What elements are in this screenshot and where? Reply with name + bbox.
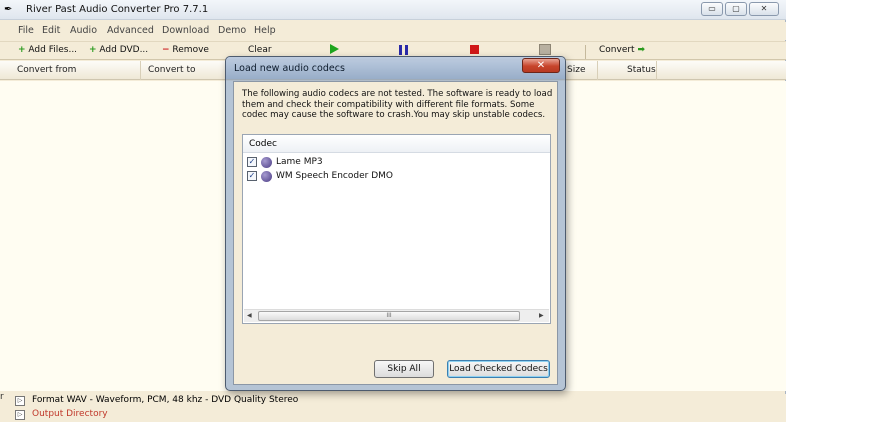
codec-checkbox[interactable]: ✓ (247, 157, 257, 167)
codec-checkbox[interactable]: ✓ (247, 171, 257, 181)
codec-icon (261, 171, 272, 182)
menu-audio[interactable]: Audio (70, 25, 97, 36)
add-dvd-button[interactable]: + Add DVD... (89, 45, 148, 58)
pause-icon[interactable] (399, 45, 408, 55)
close-button[interactable]: ✕ (749, 2, 779, 16)
clipped-text: r (0, 392, 4, 402)
menu-bar: File Edit Audio Advanced Download Demo H… (0, 22, 786, 40)
dialog-body: The following audio codecs are not teste… (233, 81, 558, 385)
toolbar-divider (585, 45, 586, 59)
load-checked-codecs-button[interactable]: Load Checked Codecs (447, 360, 550, 378)
expand-icon[interactable]: ▷ (15, 396, 25, 406)
play-icon[interactable] (330, 44, 339, 54)
codec-name: WM Speech Encoder DMO (276, 171, 393, 181)
menu-edit[interactable]: Edit (42, 25, 60, 36)
dialog-title: Load new audio codecs (234, 63, 345, 74)
window-title: River Past Audio Converter Pro 7.7.1 (26, 4, 209, 15)
convert-arrow-icon: ➡ (637, 45, 646, 55)
remove-label: Remove (172, 45, 209, 55)
scroll-thumb[interactable]: III (258, 311, 520, 321)
title-bar: ✒ River Past Audio Converter Pro 7.7.1 ▭… (0, 0, 786, 20)
dialog-description: The following audio codecs are not teste… (242, 89, 553, 120)
codec-row-lame-mp3[interactable]: ✓ Lame MP3 (247, 156, 537, 169)
skip-all-button[interactable]: Skip All (374, 360, 434, 378)
codec-column-label: Codec (249, 139, 277, 149)
calendar-icon[interactable] (539, 44, 551, 55)
output-directory-row[interactable]: ▷ Output Directory (0, 408, 786, 422)
column-divider (140, 61, 141, 80)
load-codecs-dialog: Load new audio codecs ✕ The following au… (225, 56, 566, 391)
col-size[interactable]: Size (567, 65, 585, 75)
column-divider (597, 61, 598, 80)
horizontal-scrollbar[interactable]: ◀ III ▶ (244, 309, 549, 322)
scroll-left-icon[interactable]: ◀ (247, 312, 252, 319)
menu-advanced[interactable]: Advanced (107, 25, 154, 36)
minimize-button[interactable]: ▭ (701, 2, 723, 16)
maximize-button[interactable]: ▢ (725, 2, 747, 16)
scroll-right-icon[interactable]: ▶ (539, 312, 544, 319)
minus-icon: − (162, 45, 170, 55)
codec-list-header[interactable]: Codec (243, 135, 550, 153)
convert-button[interactable]: Convert ➡ (599, 45, 645, 58)
codec-name: Lame MP3 (276, 157, 323, 167)
col-status[interactable]: Status (627, 65, 656, 75)
col-convert-from[interactable]: Convert from (17, 65, 76, 75)
codec-row-wm-speech[interactable]: ✓ WM Speech Encoder DMO (247, 170, 537, 183)
add-files-button[interactable]: + Add Files... (18, 45, 77, 58)
menu-file[interactable]: File (18, 25, 34, 36)
dialog-title-bar: Load new audio codecs ✕ (226, 57, 565, 79)
remove-button[interactable]: − Remove (162, 45, 209, 58)
expand-icon[interactable]: ▷ (15, 410, 25, 420)
add-icon: + (89, 45, 97, 55)
menu-download[interactable]: Download (162, 25, 209, 36)
codec-icon (261, 157, 272, 168)
add-dvd-label: Add DVD... (99, 45, 149, 55)
app-logo-icon: ✒ (4, 4, 13, 15)
menu-help[interactable]: Help (254, 25, 276, 36)
dialog-close-button[interactable]: ✕ (522, 58, 560, 73)
stop-icon[interactable] (470, 45, 479, 54)
add-icon: + (18, 45, 26, 55)
format-label: Format WAV - Waveform, PCM, 48 khz - DVD… (32, 395, 299, 405)
column-divider (656, 61, 657, 80)
col-convert-to[interactable]: Convert to (148, 65, 195, 75)
menu-demo[interactable]: Demo (218, 25, 246, 36)
add-files-label: Add Files... (28, 45, 78, 55)
format-row[interactable]: ▷ Format WAV - Waveform, PCM, 48 khz - D… (0, 394, 786, 408)
codec-list[interactable]: Codec ✓ Lame MP3 ✓ WM Speech Encoder DMO… (242, 134, 551, 324)
convert-label: Convert (599, 45, 635, 55)
